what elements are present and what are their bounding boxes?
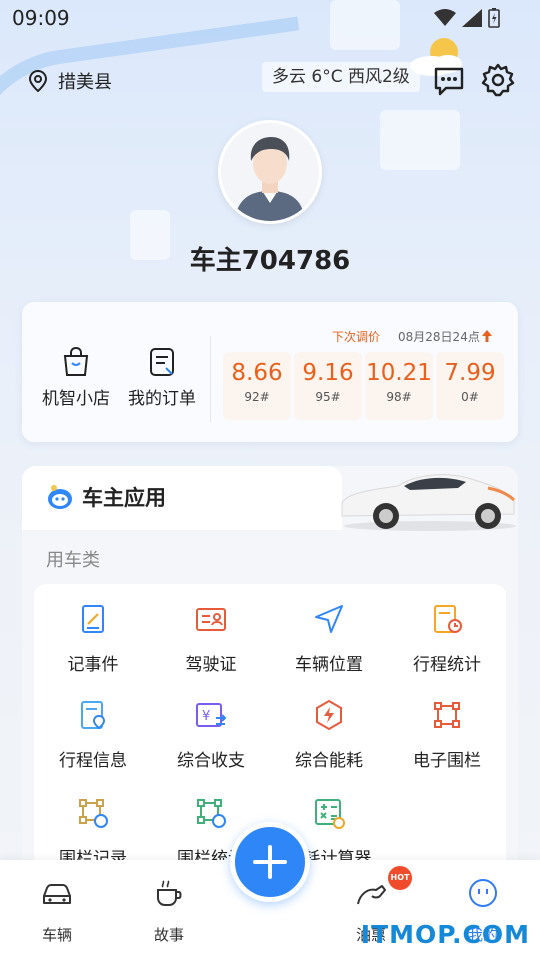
location-name: 措美县 <box>58 72 112 93</box>
arrow-up-icon <box>481 330 492 342</box>
shortcut-shop[interactable]: 机智小店 <box>36 346 116 409</box>
app-electronic-fence[interactable]: 电子围栏 <box>388 698 506 771</box>
nav-story[interactable]: 故事 <box>124 876 214 945</box>
status-bar: 09:09 <box>0 0 540 36</box>
nav-label: 车辆 <box>41 926 72 944</box>
next-price-adjust: 下次调价 08月28日24点 <box>332 328 492 345</box>
apps-title-text: 车主应用 <box>82 486 166 510</box>
app-label: 车辆位置 <box>295 655 363 675</box>
add-button[interactable] <box>230 822 310 902</box>
app-record-event[interactable]: 记事件 <box>34 602 152 675</box>
weather-info: 多云 6°C 西风2级 <box>262 62 420 92</box>
message-button[interactable] <box>432 64 466 98</box>
app-fence-record[interactable]: 围栏记录 <box>34 796 152 869</box>
wifi-icon <box>434 9 456 26</box>
trip-stats-icon <box>434 605 462 633</box>
app-label: 综合收支 <box>177 751 245 771</box>
app-trip-info[interactable]: 行程信息 <box>34 698 152 771</box>
fuel-type: 92# <box>244 390 270 404</box>
license-card-icon <box>196 608 226 631</box>
fuel-nozzle-icon <box>357 885 386 905</box>
app-trip-stats[interactable]: 行程统计 <box>388 602 506 675</box>
fuel-price-95[interactable]: 9.16 95# <box>294 352 362 420</box>
shortcut-shop-label: 机智小店 <box>42 389 110 409</box>
fuel-price-0[interactable]: 7.99 0# <box>436 352 504 420</box>
app-label: 综合能耗 <box>295 751 363 771</box>
coffee-icon <box>157 880 182 906</box>
avatar[interactable] <box>218 120 322 224</box>
shopping-bag-icon <box>63 346 89 376</box>
username: 车主704786 <box>189 246 351 276</box>
settings-button[interactable] <box>480 62 516 98</box>
building-decoration <box>380 110 460 170</box>
fuel-price-98[interactable]: 10.21 98# <box>365 352 433 420</box>
energy-icon <box>316 699 342 731</box>
gear-icon <box>481 63 515 97</box>
fence-record-icon <box>79 799 108 828</box>
location-selector[interactable]: 措美县 <box>28 68 112 94</box>
smiley-icon <box>469 879 497 907</box>
divider <box>210 336 211 422</box>
fence-icon <box>434 702 460 728</box>
fuel-type: 0# <box>461 390 479 404</box>
app-label: 电子围栏 <box>413 751 481 771</box>
edit-note-icon <box>82 605 104 633</box>
next-adjust-date: 08月28日24点 <box>398 330 480 344</box>
svg-text:¥: ¥ <box>202 709 210 724</box>
app-label: 驾驶证 <box>185 655 237 675</box>
fuel-price-92[interactable]: 8.66 92# <box>223 352 291 420</box>
fuel-type: 98# <box>386 390 412 404</box>
shortcut-price-card: 机智小店 我的订单 下次调价 08月28日24点 8.66 92# 9.16 95… <box>22 302 518 442</box>
price-value: 10.21 <box>366 360 432 386</box>
app-income-expense[interactable]: ¥ 综合收支 <box>152 698 270 771</box>
hot-badge: HOT <box>388 866 412 890</box>
next-adjust-label: 下次调价 <box>332 330 381 344</box>
app-driving-license[interactable]: 驾驶证 <box>152 602 270 675</box>
price-value: 8.66 <box>231 360 283 386</box>
default-user-avatar-icon <box>221 123 319 221</box>
status-time: 09:09 <box>12 6 70 30</box>
car-icon <box>43 884 71 904</box>
trip-info-icon <box>81 701 106 730</box>
price-value: 7.99 <box>444 360 496 386</box>
app-label: 行程信息 <box>59 751 127 771</box>
status-icons <box>434 8 500 28</box>
app-vehicle-location[interactable]: 车辆位置 <box>270 602 388 675</box>
location-pin-icon <box>28 70 48 92</box>
price-value: 9.16 <box>302 360 354 386</box>
message-icon <box>434 67 464 96</box>
car-illustration <box>341 474 516 531</box>
navigation-icon <box>315 605 343 633</box>
battery-icon <box>488 8 500 28</box>
app-energy-consumption[interactable]: 综合能耗 <box>270 698 388 771</box>
watermark: ITMOP.COM <box>360 920 530 949</box>
category-label: 用车类 <box>46 550 100 571</box>
signal-icon <box>462 9 482 27</box>
apps-title: 车主应用 <box>46 482 166 512</box>
plus-icon <box>253 845 287 879</box>
app-label: 行程统计 <box>413 655 481 675</box>
app-label: 记事件 <box>67 655 119 675</box>
order-list-icon <box>150 348 174 376</box>
fuel-type: 95# <box>315 390 341 404</box>
income-expense-icon: ¥ <box>196 703 227 727</box>
shortcut-orders[interactable]: 我的订单 <box>122 346 202 409</box>
shortcut-orders-label: 我的订单 <box>128 389 196 409</box>
fence-stats-icon <box>197 799 226 828</box>
calculator-icon <box>315 799 345 829</box>
robot-mascot-icon <box>48 485 72 509</box>
nav-vehicle[interactable]: 车辆 <box>12 876 102 945</box>
nav-label: 故事 <box>153 926 184 944</box>
